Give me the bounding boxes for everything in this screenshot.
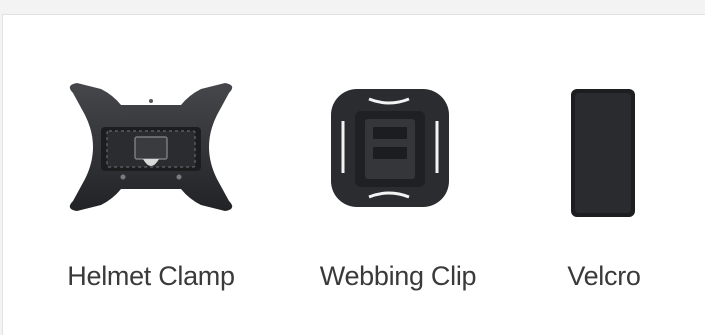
accessories-panel: Helmet Clamp Webbing Clip Velcro: [2, 14, 705, 335]
webbing-clip-icon: [325, 81, 455, 216]
accessory-label: Helmet Clamp: [67, 261, 235, 291]
accessory-label: Velcro: [567, 261, 641, 291]
accessory-label: Webbing Clip: [319, 261, 477, 291]
helmet-clamp-icon: [51, 81, 251, 236]
velcro-strap-icon: [569, 81, 639, 226]
